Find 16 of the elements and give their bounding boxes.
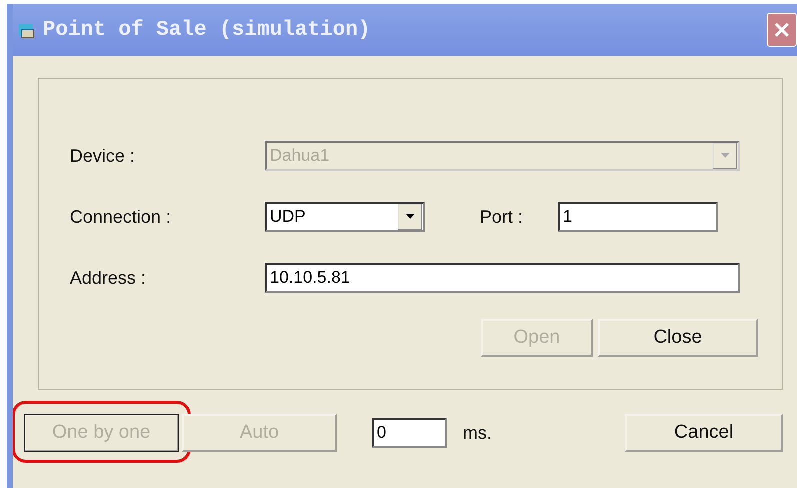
window-title: Point of Sale (simulation)	[43, 18, 371, 42]
input-field[interactable]: 10.10.5.81	[265, 263, 740, 293]
dropdown[interactable]: UDP	[265, 202, 425, 232]
input-field[interactable]: 1	[558, 202, 718, 232]
field-label: Port :	[480, 206, 524, 228]
field-label: Address :	[70, 268, 148, 288]
dialog-button[interactable]: Close	[598, 319, 758, 357]
input-field[interactable]: 0	[372, 418, 447, 448]
field-label: Connection :	[70, 206, 172, 228]
cancel-button[interactable]: Cancel	[625, 414, 783, 452]
dropdown-arrow-icon	[406, 214, 414, 220]
field-label: Device :	[70, 146, 136, 166]
close-icon	[774, 22, 790, 38]
unit-label: ms.	[463, 422, 492, 444]
close-button[interactable]	[767, 13, 797, 47]
dropdown-arrow-icon	[720, 153, 730, 159]
